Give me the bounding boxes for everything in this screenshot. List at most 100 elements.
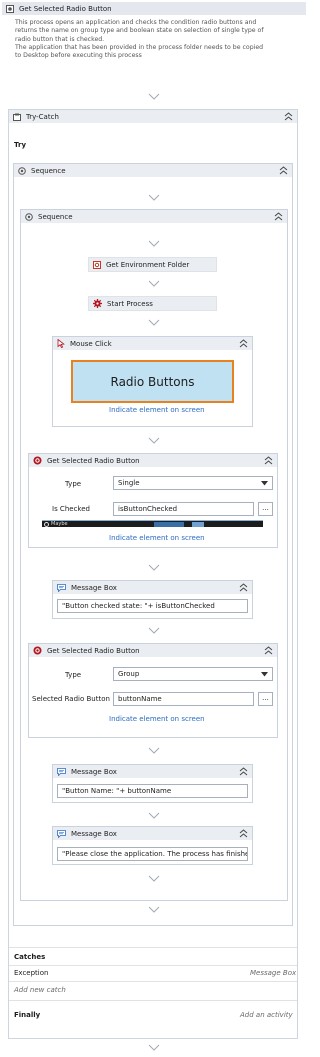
sequence-icon [18, 166, 26, 175]
flow-arrow-icon [148, 875, 160, 882]
target-element-text: Radio Buttons [110, 374, 195, 389]
message-icon [57, 583, 66, 592]
get-radio-2-header[interactable]: Get Selected Radio Button [29, 644, 277, 657]
type-select-value: Single [118, 479, 140, 487]
root-description: This process opens an application and ch… [15, 19, 303, 60]
gear-icon [93, 299, 102, 308]
message-box-3-text-input[interactable]: "Please close the application. The proce… [57, 847, 248, 861]
finally-separator [9, 1000, 297, 1001]
indicate-element-link[interactable]: Indicate element on screen [109, 406, 205, 414]
collapse-icon[interactable] [239, 339, 248, 348]
strip-highlight [191, 521, 204, 527]
browse-button[interactable]: ... [258, 692, 273, 706]
type-select[interactable]: Single [113, 476, 273, 490]
start-process-activity[interactable]: Start Process [88, 296, 217, 311]
radio-target-icon [33, 646, 42, 655]
add-activity-link[interactable]: Add an activity [240, 1011, 293, 1019]
sequence-inner-header[interactable]: Sequence [21, 210, 287, 223]
message-box-3-title: Message Box [71, 829, 117, 838]
mouse-click-title: Mouse Click [70, 339, 112, 348]
message-box-2-text-input[interactable]: "Button Name: "+ buttonName [57, 784, 248, 798]
is-checked-label: Is Checked [52, 505, 90, 513]
type-label: Type [65, 480, 82, 488]
finally-title: Finally [14, 1011, 41, 1019]
mouse-click-icon [57, 339, 65, 348]
try-catch-icon [13, 113, 21, 121]
message-box-3-header[interactable]: Message Box [53, 827, 252, 840]
catches-row-separator [9, 965, 297, 966]
strip-highlight [153, 521, 184, 527]
flow-arrow-icon [148, 906, 160, 913]
message-box-1-title: Message Box [71, 583, 117, 592]
radio-button-activity-icon [6, 4, 14, 13]
flow-arrow-icon [148, 564, 160, 571]
message-box-1-text-input[interactable]: "Button checked state: "+ isButtonChecke… [57, 599, 248, 613]
collapse-icon[interactable] [264, 646, 273, 655]
flow-arrow-icon [148, 194, 160, 201]
description-line: to Desktop before executing this process [15, 52, 142, 60]
selected-radio-button-label: Selected Radio Button [32, 695, 110, 703]
add-new-catch-link[interactable]: Add new catch [14, 986, 66, 994]
folder-icon [93, 260, 101, 269]
collapse-icon[interactable] [279, 166, 288, 175]
catches-title: Catches [14, 953, 46, 961]
description-line: This process opens an application and ch… [15, 19, 257, 26]
chevron-down-icon [261, 480, 268, 485]
get-environment-folder-activity[interactable]: Get Environment Folder [88, 257, 217, 272]
flow-arrow-icon [148, 747, 160, 754]
get-environment-folder-title: Get Environment Folder [106, 260, 190, 269]
indicate-element-link[interactable]: Indicate element on screen [109, 534, 205, 542]
type-label: Type [65, 671, 82, 679]
try-label: Try [14, 141, 27, 149]
collapse-icon[interactable] [274, 212, 283, 221]
collapse-icon[interactable] [284, 112, 293, 121]
try-catch-title: Try-Catch [26, 112, 59, 121]
flow-arrow-icon [148, 240, 160, 247]
selected-radio-button-input[interactable]: buttonName [113, 692, 254, 706]
exception-label[interactable]: Exception [14, 969, 48, 977]
indicate-element-link[interactable]: Indicate element on screen [109, 715, 205, 723]
flow-arrow-icon [148, 93, 160, 100]
collapse-icon[interactable] [264, 456, 273, 465]
strip-text: Maybe [51, 521, 68, 527]
flow-arrow-icon [148, 627, 160, 634]
target-element-preview[interactable]: Radio Buttons [71, 360, 234, 403]
try-catch-header[interactable]: Try-Catch [9, 110, 297, 123]
selector-screenshot-strip: Maybe [42, 520, 263, 527]
get-radio-2-title: Get Selected Radio Button [47, 646, 140, 655]
is-checked-input[interactable]: isButtonChecked [113, 502, 254, 516]
message-box-2-title: Message Box [71, 767, 117, 776]
message-icon [57, 767, 66, 776]
get-radio-1-title: Get Selected Radio Button [47, 456, 140, 465]
message-icon [57, 829, 66, 838]
root-activity-header[interactable]: Get Selected Radio Button [2, 2, 306, 15]
mouse-click-header[interactable]: Mouse Click [53, 337, 252, 350]
type-select[interactable]: Group [113, 667, 273, 681]
root-activity-title: Get Selected Radio Button [19, 4, 112, 13]
chevron-down-icon [261, 671, 268, 676]
description-line: returns the name on group type and boole… [15, 27, 264, 35]
get-radio-2-container [28, 643, 278, 738]
strip-radio-icon [44, 521, 49, 527]
description-line: radio button that is checked. [15, 35, 105, 43]
flow-arrow-icon [148, 1044, 160, 1051]
collapse-icon[interactable] [239, 829, 248, 838]
catches-separator [9, 947, 297, 948]
flow-arrow-icon [148, 812, 160, 819]
start-process-title: Start Process [107, 299, 153, 308]
exception-action[interactable]: Message Box [250, 969, 296, 977]
collapse-icon[interactable] [239, 583, 248, 592]
catches-row-separator [9, 981, 297, 982]
collapse-icon[interactable] [239, 767, 248, 776]
message-box-1-header[interactable]: Message Box [53, 581, 252, 594]
sequence-inner-title: Sequence [38, 212, 73, 221]
radio-target-icon [33, 456, 42, 465]
message-box-2-header[interactable]: Message Box [53, 765, 252, 778]
type-select-value: Group [118, 670, 140, 678]
get-radio-1-header[interactable]: Get Selected Radio Button [29, 454, 277, 467]
sequence-outer-title: Sequence [31, 166, 66, 175]
sequence-outer-header[interactable]: Sequence [14, 164, 292, 177]
browse-button[interactable]: ... [258, 502, 273, 516]
flow-arrow-icon [148, 280, 160, 287]
flow-arrow-icon [148, 319, 160, 326]
